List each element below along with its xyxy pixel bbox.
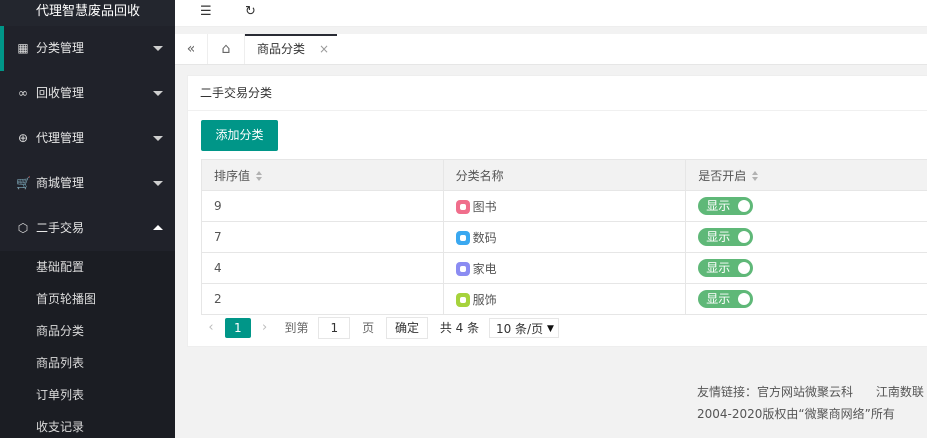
tab-goods-category[interactable]: 商品分类 × (245, 34, 337, 64)
footer: 友情链接：官方网站微聚云科 江南数联 2004-2020版权由“微聚商网络”所有 (697, 381, 924, 425)
app-title: 代理智慧废品回收 (0, 0, 175, 26)
sidebar-item-label: 二手交易 (36, 221, 85, 235)
page-size-select[interactable]: 10 条/页 (488, 317, 559, 339)
sort-icon[interactable] (256, 171, 264, 181)
sidebar-item-secondhand[interactable]: ⬡ 二手交易 (0, 206, 175, 251)
sort-icon[interactable] (752, 171, 760, 181)
sidebar-subitem-income-records[interactable]: 收支记录 (0, 411, 175, 438)
toggle-knob (738, 231, 751, 243)
menu-collapse-icon[interactable]: ☰ (200, 4, 212, 19)
chevron-up-icon (153, 225, 163, 230)
sidebar-subitem-basic-config[interactable]: 基础配置 (0, 251, 175, 283)
sidebar-item-agent[interactable]: ⊕ 代理管理 (0, 116, 175, 161)
prev-page-icon[interactable]: ‹ (201, 315, 221, 341)
tabs-scroll-left-icon[interactable]: « (175, 34, 208, 64)
table-row: 9 图书 显示 (201, 190, 927, 222)
appliance-icon (455, 262, 470, 276)
chevron-down-icon (153, 91, 163, 96)
sidebar-subitem-home-carousel[interactable]: 首页轮播图 (0, 283, 175, 315)
sidebar-item-mall[interactable]: 🛒 商城管理 (0, 161, 175, 206)
status-cell: 显示 (685, 221, 927, 253)
sidebar-subitem-goods-list[interactable]: 商品列表 (0, 347, 175, 379)
chevron-down-icon (153, 181, 163, 186)
page-unit: 页 (362, 320, 375, 335)
sort-value: 4 (201, 252, 444, 284)
category-name-cell: 数码 (442, 221, 687, 253)
status-cell: 显示 (685, 283, 927, 315)
page-current[interactable]: 1 (224, 317, 251, 338)
add-circle-icon: ⊕ (17, 131, 29, 145)
next-page-icon[interactable]: › (255, 315, 275, 341)
toggle-knob (738, 293, 751, 305)
footer-copyright: 2004-2020版权由“微聚商网络”所有 (697, 407, 895, 421)
status-toggle[interactable]: 显示 (698, 259, 754, 277)
sidebar-subitem-order-list[interactable]: 订单列表 (0, 379, 175, 411)
column-header-enabled[interactable]: 是否开启 (685, 159, 927, 191)
chevron-down-icon (153, 136, 163, 141)
table-row: 2 服饰 显示 (201, 283, 927, 315)
cart-icon: 🛒 (16, 176, 31, 190)
sidebar-item-category[interactable]: ▦ 分类管理 (0, 26, 175, 71)
card-title: 二手交易分类 (188, 76, 927, 111)
total-count: 共 4 条 (439, 320, 480, 335)
category-card: 二手交易分类 添加分类 排序值 分类名称 是否开启 9 图书 显示 7 数码 显… (187, 75, 927, 347)
toggle-knob (738, 200, 751, 212)
category-name-cell: 家电 (442, 252, 687, 284)
goto-confirm-button[interactable]: 确定 (386, 316, 429, 339)
secondhand-submenu: 基础配置 首页轮播图 商品分类 商品列表 订单列表 收支记录 (0, 251, 175, 438)
table-row: 4 家电 显示 (201, 252, 927, 284)
pagination: ‹ 1 › 到第 1 页 确定 共 4 条 10 条/页 (201, 314, 559, 340)
cube-icon: ⬡ (17, 221, 29, 235)
clothing-icon (455, 293, 470, 307)
column-header-sort[interactable]: 排序值 (201, 159, 444, 191)
phone-icon (455, 231, 470, 245)
status-cell: 显示 (685, 252, 927, 284)
chevron-down-icon (153, 46, 163, 51)
category-table: 排序值 分类名称 是否开启 9 图书 显示 7 数码 显示 4 家电 显示 2 … (201, 159, 927, 315)
status-toggle[interactable]: 显示 (698, 197, 754, 215)
sidebar-item-label: 代理管理 (36, 131, 85, 145)
page-tabs: « ⌂ 商品分类 × (175, 34, 927, 65)
sort-value: 9 (201, 190, 444, 222)
book-icon (455, 200, 470, 214)
home-icon[interactable]: ⌂ (208, 34, 245, 64)
sidebar: 代理智慧废品回收 ▦ 分类管理 ∞ 回收管理 ⊕ 代理管理 🛒 商城管理 ⬡ 二… (0, 0, 175, 438)
sidebar-item-label: 分类管理 (36, 41, 85, 55)
sort-value: 7 (201, 221, 444, 253)
category-name-cell: 服饰 (442, 283, 687, 315)
add-category-button[interactable]: 添加分类 (201, 120, 278, 151)
category-name-cell: 图书 (442, 190, 687, 222)
top-bar: ☰ ↻ (175, 0, 927, 27)
goto-label: 到第 (284, 320, 309, 335)
status-cell: 显示 (685, 190, 927, 222)
sidebar-subitem-goods-category[interactable]: 商品分类 (0, 315, 175, 347)
sidebar-item-recycle[interactable]: ∞ 回收管理 (0, 71, 175, 116)
sort-value: 2 (201, 283, 444, 315)
sidebar-item-label: 回收管理 (36, 86, 85, 100)
close-icon[interactable]: × (319, 34, 329, 64)
table-row: 7 数码 显示 (201, 221, 927, 253)
refresh-icon[interactable]: ↻ (245, 4, 256, 19)
apps-icon: ▦ (17, 41, 29, 55)
tab-label: 商品分类 (257, 42, 306, 56)
goto-page-input[interactable]: 1 (318, 316, 351, 339)
toggle-knob (738, 262, 751, 274)
link-icon: ∞ (18, 86, 28, 100)
sidebar-item-label: 商城管理 (36, 176, 85, 190)
status-toggle[interactable]: 显示 (698, 290, 754, 308)
footer-links[interactable]: 友情链接：官方网站微聚云科 江南数联 (697, 381, 924, 403)
column-header-name: 分类名称 (442, 159, 687, 191)
status-toggle[interactable]: 显示 (698, 228, 754, 246)
